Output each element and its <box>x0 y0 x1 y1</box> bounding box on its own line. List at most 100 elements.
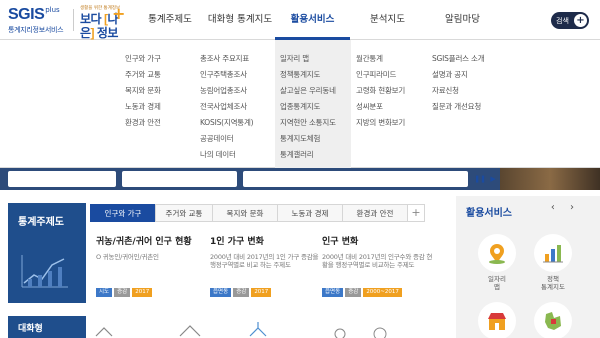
plus-icon: + <box>574 14 587 27</box>
nav-item-analysis-map[interactable]: 분석지도 <box>355 0 420 40</box>
tab-add-button[interactable]: + <box>407 204 425 222</box>
store-icon <box>478 302 516 338</box>
menu-item[interactable]: 통계갤러리 <box>280 147 351 163</box>
service-map[interactable] <box>530 302 576 338</box>
tab-labor[interactable]: 노동과 경제 <box>277 204 343 222</box>
tab-welfare[interactable]: 복지와 문화 <box>212 204 278 222</box>
stat-tabs: 인구와 가구 주거와 교통 복지와 문화 노동과 경제 환경과 안전 + <box>90 204 425 222</box>
mega-col-interactive-map: 총조사 주요지표 인구주택총조사 농림어업총조사 전국사업체조사 KOSIS(지역통계)… <box>200 40 275 168</box>
menu-item[interactable]: 정책통계지도 <box>280 67 351 83</box>
card-desc: O 귀농인/귀어인/귀촌인 <box>96 253 159 261</box>
card-title: 귀농/귀촌/귀어 인구 현황 <box>96 237 192 247</box>
services-panel-title: 활용서비스 <box>466 208 512 219</box>
tag-level: 읍면동 <box>210 288 232 297</box>
tag-type: 증감 <box>233 288 250 297</box>
logo-main: SGIS <box>8 6 45 23</box>
menu-item[interactable]: 복지와 문화 <box>125 83 200 99</box>
pin-icon <box>478 234 516 272</box>
badge-word-3: 정보 <box>96 26 119 40</box>
menu-item[interactable]: 환경과 안전 <box>125 115 200 131</box>
menu-item[interactable]: 인구주택총조사 <box>200 67 275 83</box>
menu-item[interactable]: 지역현안 소통지도 <box>280 115 351 131</box>
tag-type: 증감 <box>114 288 131 297</box>
nav-item-stat-theme[interactable]: 통계주제도 <box>135 0 205 40</box>
menu-item[interactable]: 총조사 주요지표 <box>200 51 275 67</box>
menu-item[interactable]: 농림어업총조사 <box>200 83 275 99</box>
theme-card[interactable]: 1인 가구 변화 2000년 대비 2017년의 1인 가구 증감을 행정구역별… <box>210 228 322 304</box>
menu-item[interactable]: 나의 데이터 <box>200 147 275 163</box>
menu-item[interactable]: 설명과 공지 <box>432 67 507 83</box>
tag-level: 시도 <box>96 288 113 297</box>
logo-plus: plus <box>45 6 60 14</box>
theme-card[interactable]: 인구 변화 2000년 대비 2017년의 인구수와 증감 현황을 행정구역별로… <box>322 228 434 304</box>
card-desc: 2000년 대비 2017년의 인구수와 증감 현황을 행정구역별로 비교하는 … <box>322 253 433 269</box>
banner-controls[interactable]: ❚❚ ▶ <box>472 171 498 187</box>
tab-population[interactable]: 인구와 가구 <box>90 204 156 222</box>
nav-item-services[interactable]: 활용서비스 <box>275 0 350 40</box>
badge-plus-icon: + <box>112 4 126 23</box>
service-store[interactable] <box>474 302 520 338</box>
menu-item[interactable]: 자료신청 <box>432 83 507 99</box>
bar-chart-icon <box>534 234 572 272</box>
theme-card[interactable]: 귀농/귀촌/귀어 인구 현황 O 귀농인/귀어인/귀촌인 시도 증감 2017 <box>96 228 208 304</box>
menu-item[interactable]: 질문과 개선요청 <box>432 99 507 115</box>
stat-theme-panel: 통계주제도 <box>8 203 86 303</box>
menu-item[interactable]: 통계지도체험 <box>280 131 351 147</box>
menu-item[interactable]: 인구피라미드 <box>356 67 426 83</box>
menu-item[interactable]: 주거와 교통 <box>125 67 200 83</box>
mega-col-notice: SGIS플러스 소개 설명과 공지 자료신청 질문과 개선요청 <box>432 40 507 168</box>
service-label: 일자리 맵 <box>488 275 506 291</box>
tag-year: 2017 <box>132 288 153 297</box>
tag-year: 2017 <box>251 288 272 297</box>
menu-item[interactable]: 일자리 맵 <box>280 51 351 67</box>
service-label: 정책 통계지도 <box>541 275 565 291</box>
logo[interactable]: SGISplus 통계지리정보서비스 <box>8 6 64 35</box>
tag-year: 2000~2017 <box>363 288 402 297</box>
banner-box[interactable] <box>8 171 116 187</box>
mega-col-services: 일자리 맵 정책통계지도 살고싶은 우리동네 업종통계지도 지역현안 소통지도 통계지도체… <box>275 40 351 168</box>
search-button[interactable]: 검색 + <box>551 12 589 29</box>
search-label: 검색 <box>556 16 569 25</box>
chart-icon <box>21 255 68 288</box>
menu-item[interactable]: 공공데이터 <box>200 131 275 147</box>
card-title: 인구 변화 <box>322 237 359 247</box>
pause-icon[interactable]: ❚❚ <box>474 175 486 183</box>
services-panel: 활용서비스 ‹ › 일자리 맵 정책 통계지도 <box>456 196 600 338</box>
tag-level: 읍면동 <box>322 288 344 297</box>
nav-item-interactive-map[interactable]: 대화형 통계지도 <box>200 0 280 40</box>
badge-word-1: 보다 <box>80 12 102 26</box>
menu-item[interactable]: 살고싶은 우리동네 <box>280 83 351 99</box>
tab-label: 인구와 가구 <box>104 209 142 218</box>
logo-subtitle: 통계지리정보서비스 <box>8 26 64 34</box>
card-tags: 읍면동 증감 2000~2017 <box>322 288 402 297</box>
play-icon[interactable]: ▶ <box>490 175 495 183</box>
menu-item[interactable]: SGIS플러스 소개 <box>432 51 507 67</box>
bottom-icons <box>95 322 387 338</box>
menu-item[interactable]: 업종통계지도 <box>280 99 351 115</box>
banner-box[interactable] <box>122 171 237 187</box>
card-tags: 읍면동 증감 2017 <box>210 288 272 297</box>
carousel-arrows-icon[interactable]: ‹ › <box>551 202 580 213</box>
stat-theme-title: 통계주제도 <box>18 217 64 228</box>
menu-item[interactable]: 성씨분포 <box>356 99 426 115</box>
card-desc: 2000년 대비 2017년의 1인 가구 증감을 행정구역별로 비교 하는 주… <box>210 253 319 269</box>
menu-item[interactable]: 전국사업체조사 <box>200 99 275 115</box>
service-job-map[interactable]: 일자리 맵 <box>474 234 520 291</box>
service-policy-map[interactable]: 정책 통계지도 <box>530 234 576 291</box>
menu-item[interactable]: 노동과 경제 <box>125 99 200 115</box>
tab-housing[interactable]: 주거와 교통 <box>155 204 213 222</box>
tab-environment[interactable]: 환경과 안전 <box>342 204 408 222</box>
logo-divider <box>73 9 74 31</box>
banner-image <box>500 168 600 190</box>
mega-col-analysis-map: 월간통계 인구피라미드 고령화 현황보기 성씨분포 지방의 변화보기 <box>356 40 426 168</box>
menu-item[interactable]: 지방의 변화보기 <box>356 115 426 131</box>
menu-item[interactable]: 고령화 현황보기 <box>356 83 426 99</box>
interactive-map-panel[interactable]: 대화형 <box>8 316 86 338</box>
menu-item[interactable]: 인구와 가구 <box>125 51 200 67</box>
menu-item[interactable]: 월간통계 <box>356 51 426 67</box>
banner-box[interactable] <box>243 171 468 187</box>
nav-item-notice[interactable]: 알림마당 <box>430 0 495 40</box>
menu-item[interactable]: KOSIS(지역통계) <box>200 115 275 131</box>
card-title: 1인 가구 변화 <box>210 237 264 247</box>
card-tags: 시도 증감 2017 <box>96 288 153 297</box>
